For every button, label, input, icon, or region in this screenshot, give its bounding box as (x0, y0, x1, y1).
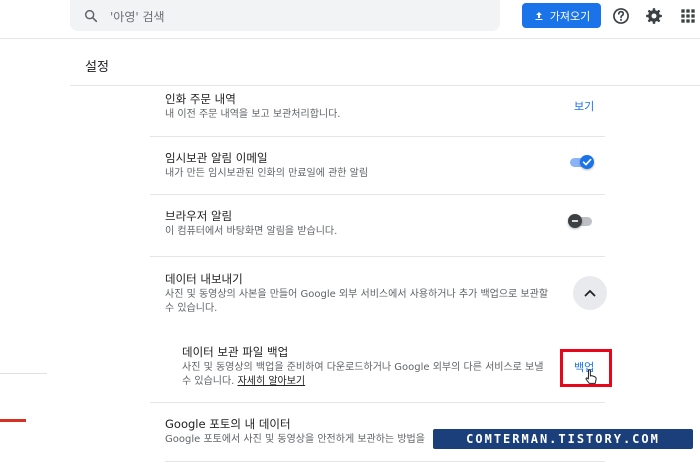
setting-print-orders: 인화 주문 내역 내 이전 주문 내역을 보고 보관처리합니다. (165, 91, 605, 122)
top-bar: 가져오기 (0, 0, 700, 39)
row-divider (150, 194, 605, 195)
setting-archive-backup: 데이터 보관 파일 백업 사진 및 동영상의 백업을 준비하여 다운로드하거나 … (182, 344, 552, 389)
collapse-button[interactable] (573, 276, 607, 310)
upload-icon (535, 11, 543, 20)
row-divider (165, 461, 605, 462)
minus-icon (572, 220, 578, 222)
search-input[interactable] (108, 6, 482, 28)
hand-cursor-icon (585, 369, 597, 384)
toggle-knob (580, 155, 594, 169)
import-label: 가져오기 (549, 10, 591, 23)
toggle-knob (568, 214, 582, 228)
backup-description-text: 사진 및 동영상의 백업을 준비하여 다운로드하거나 Google 외부의 다른… (182, 362, 544, 387)
browser-notifications-toggle[interactable] (568, 212, 594, 230)
view-orders-link[interactable]: 보기 (574, 98, 594, 114)
setting-description: 사진 및 동영상의 백업을 준비하여 다운로드하거나 Google 외부의 다른… (182, 361, 552, 389)
setting-title: 임시보관 알림 이메일 (165, 151, 268, 165)
setting-title: 인화 주문 내역 (165, 92, 236, 106)
row-divider (150, 402, 605, 403)
watermark: COMTERMAN.TISTORY.COM (433, 429, 693, 449)
help-icon[interactable] (611, 6, 631, 26)
check-icon (582, 158, 592, 166)
gear-icon[interactable] (644, 6, 664, 26)
left-nav-divider (0, 373, 47, 374)
page-title: 설정 (85, 60, 109, 75)
setting-title: 브라우저 알림 (165, 209, 233, 223)
search-icon (84, 9, 98, 23)
setting-title: 데이터 보관 파일 백업 (182, 345, 289, 359)
setting-description: 사진 및 동영상의 사본을 만들어 Google 외부 서비스에서 사용하거나 … (165, 289, 549, 314)
setting-draft-email: 임시보관 알림 이메일 내가 만든 임시보관된 인화의 만료일에 관한 알림 (165, 150, 605, 181)
setting-title: 데이터 내보내기 (165, 272, 243, 286)
setting-description: 내가 만든 임시보관된 인화의 만료일에 관한 알림 (165, 168, 369, 179)
setting-description: 이 컴퓨터에서 바탕화면 알림을 받습니다. (165, 226, 338, 237)
draft-email-toggle[interactable] (568, 153, 594, 171)
row-divider (150, 256, 605, 257)
setting-browser-notifications: 브라우저 알림 이 컴퓨터에서 바탕화면 알림을 받습니다. (165, 208, 605, 239)
setting-description: 내 이전 주문 내역을 보고 보관처리합니다. (165, 109, 341, 120)
apps-grid-icon[interactable] (678, 6, 698, 26)
chevron-up-icon (584, 289, 596, 297)
left-nav-active-indicator (0, 419, 26, 422)
search-box[interactable] (70, 0, 500, 31)
title-divider (70, 85, 700, 86)
setting-data-export: 데이터 내보내기 사진 및 동영상의 사본을 만들어 Google 외부 서비스… (165, 271, 555, 316)
row-divider (150, 136, 605, 137)
learn-more-link[interactable]: 자세히 알아보기 (238, 376, 306, 387)
import-button[interactable]: 가져오기 (522, 3, 601, 28)
